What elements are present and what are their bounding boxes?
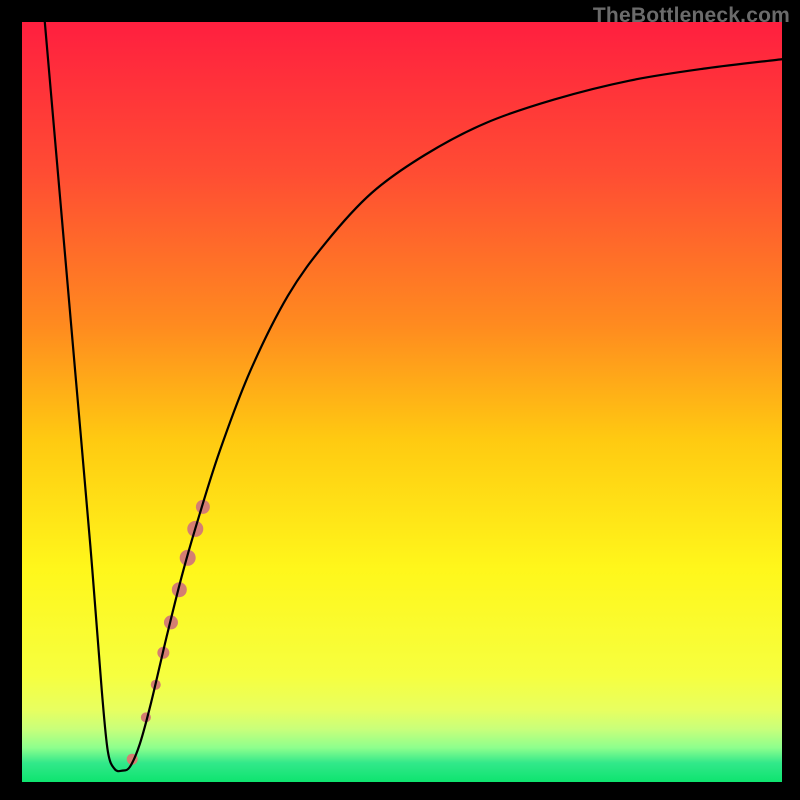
- gradient-background: [22, 22, 782, 782]
- chart-frame: TheBottleneck.com: [0, 0, 800, 800]
- chart-svg: [22, 22, 782, 782]
- plot-area: [22, 22, 782, 782]
- watermark-text: TheBottleneck.com: [593, 4, 790, 28]
